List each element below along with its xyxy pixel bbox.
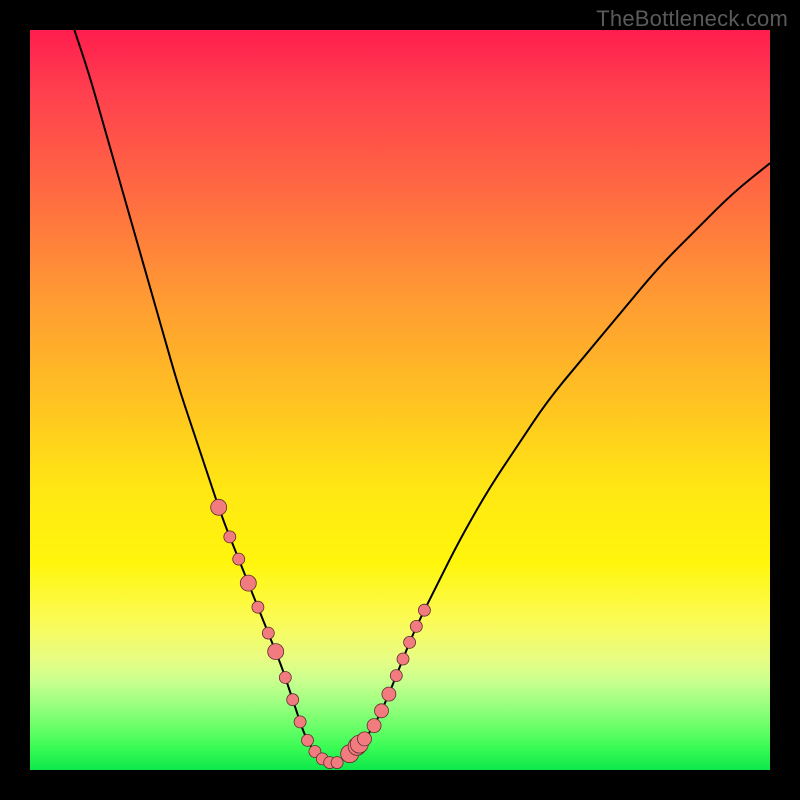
marker-dot xyxy=(224,531,236,543)
marker-dot xyxy=(358,732,372,746)
plot-area xyxy=(30,30,770,770)
marker-dot xyxy=(418,604,430,616)
marker-dot xyxy=(367,719,381,733)
marker-dot xyxy=(397,653,409,665)
marker-dot xyxy=(268,644,284,660)
marker-dot xyxy=(375,704,389,718)
bottleneck-curve xyxy=(74,30,770,763)
marker-dot xyxy=(404,636,416,648)
marker-dots xyxy=(211,499,431,768)
marker-dot xyxy=(252,601,264,613)
marker-dot xyxy=(211,499,227,515)
marker-dot xyxy=(294,716,306,728)
curve-svg xyxy=(30,30,770,770)
marker-dot xyxy=(390,670,402,682)
marker-dot xyxy=(262,627,274,639)
marker-dot xyxy=(279,672,291,684)
marker-dot xyxy=(287,694,299,706)
marker-dot xyxy=(302,734,314,746)
marker-dot xyxy=(233,553,245,565)
marker-dot xyxy=(331,757,343,769)
marker-dot xyxy=(240,575,256,591)
marker-dot xyxy=(410,620,422,632)
watermark-text: TheBottleneck.com xyxy=(596,6,788,32)
marker-dot xyxy=(382,687,396,701)
chart-frame: TheBottleneck.com xyxy=(0,0,800,800)
